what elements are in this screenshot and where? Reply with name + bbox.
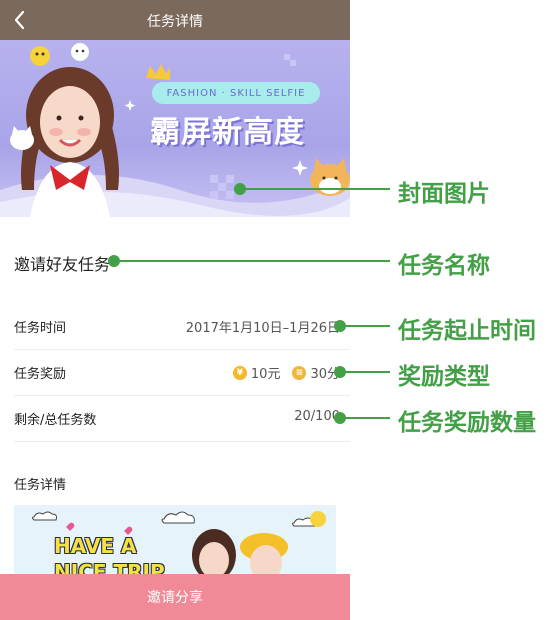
banner-headline: 霸屏新高度 — [150, 115, 305, 150]
task-count-row: 剩余/总任务数 20/100 — [14, 396, 350, 442]
details-title: 任务详情 — [14, 478, 67, 493]
task-time-value: 2017年1月10日–1月26日 — [185, 321, 340, 336]
task-time-label: 任务时间 — [14, 321, 67, 336]
yuan-coin-icon: ¥ — [232, 365, 247, 380]
points-coin-icon: ≡ — [292, 365, 307, 380]
task-time-row: 任务时间 2017年1月10日–1月26日 — [14, 304, 350, 350]
phone-screen: 任务详情 FASHION · SKILL SELFIE 霸屏新高度 邀请好友任务… — [0, 0, 350, 620]
cover-image: FASHION · SKILL SELFIE 霸屏新高度 — [0, 40, 350, 217]
annotation-line-cover — [240, 188, 390, 190]
task-info-list: 任务时间 2017年1月10日–1月26日 任务奖励 ¥ 10元 ≡ 30分 剩… — [14, 304, 350, 442]
reward-points: ≡ 30分 — [292, 363, 340, 382]
annotation-line-name — [114, 260, 390, 262]
reward-cash-amount: 10元 — [250, 367, 281, 382]
annotation-cover: 封面图片 — [398, 181, 490, 207]
page-title: 任务详情 — [147, 14, 203, 30]
navbar: 任务详情 — [0, 0, 350, 40]
annotation-line-time — [340, 325, 390, 327]
annotation-reward-count: 任务奖励数量 — [398, 410, 536, 436]
annotation-time: 任务起止时间 — [398, 318, 536, 344]
task-reward-row: 任务奖励 ¥ 10元 ≡ 30分 — [14, 350, 350, 396]
task-count-label: 剩余/总任务数 — [14, 413, 97, 428]
reward-cash: ¥ 10元 — [232, 363, 281, 382]
annotation-reward-type: 奖励类型 — [398, 364, 490, 390]
task-name: 邀请好友任务 — [14, 255, 111, 274]
annotation-name: 任务名称 — [398, 253, 490, 279]
banner-tag: FASHION · SKILL SELFIE — [152, 82, 320, 104]
task-reward-label: 任务奖励 — [14, 367, 67, 382]
task-reward-value: ¥ 10元 ≡ 30分 — [227, 363, 340, 382]
annotation-line-reward-type — [340, 371, 390, 373]
invite-share-button[interactable]: 邀请分享 — [0, 574, 350, 620]
details-image: HAVE A NICE TRIP — [14, 505, 336, 585]
annotation-line-reward-count — [340, 417, 390, 419]
